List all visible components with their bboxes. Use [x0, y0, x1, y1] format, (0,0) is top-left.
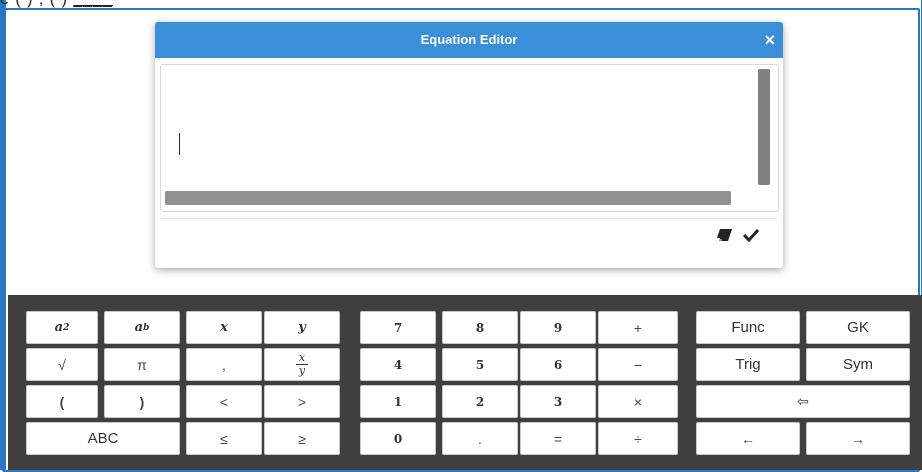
check-icon[interactable] [743, 228, 759, 242]
on-screen-keypad: a2 ab x y √ π , x y ( ) < > ABC ≤ ≥ 7 8 … [8, 295, 922, 470]
key-sym[interactable]: Sym [806, 348, 910, 381]
key-decimal[interactable]: . [442, 422, 518, 455]
key-0[interactable]: 0 [360, 422, 436, 455]
key-arrow-left[interactable]: ← [696, 422, 800, 455]
key-2[interactable]: 2 [442, 385, 518, 418]
vertical-scrollbar[interactable] [758, 69, 770, 185]
key-superscript: 2 [63, 322, 70, 333]
key-trig[interactable]: Trig [696, 348, 800, 381]
key-minus[interactable]: − [598, 348, 678, 381]
key-label: a [54, 320, 64, 335]
top-text-fragment: e ( ) ; ( ) ____ [0, 0, 113, 9]
key-gk[interactable]: GK [806, 311, 910, 344]
key-a-power-b[interactable]: ab [104, 311, 180, 344]
fragment-left: e [0, 0, 10, 8]
key-label: a [134, 320, 144, 335]
key-8[interactable]: 8 [442, 311, 518, 344]
key-7[interactable]: 7 [360, 311, 436, 344]
eraser-icon[interactable] [715, 228, 733, 242]
text-caret [179, 133, 180, 155]
dialog-titlebar: Equation Editor × [155, 22, 783, 58]
key-divide[interactable]: ÷ [598, 422, 678, 455]
key-backspace[interactable]: ⇦ [696, 385, 910, 418]
fraction-denominator: y [298, 364, 306, 377]
key-less-equal[interactable]: ≤ [186, 422, 262, 455]
key-sqrt[interactable]: √ [26, 348, 98, 381]
close-icon[interactable]: × [764, 22, 775, 58]
key-superscript: b [143, 322, 150, 333]
key-fraction[interactable]: x y [264, 348, 340, 381]
dialog-title: Equation Editor [420, 32, 518, 47]
key-func[interactable]: Func [696, 311, 800, 344]
key-times[interactable]: × [598, 385, 678, 418]
key-1[interactable]: 1 [360, 385, 436, 418]
toolbar-divider [160, 218, 777, 219]
key-6[interactable]: 6 [520, 348, 596, 381]
key-y[interactable]: y [264, 311, 340, 344]
key-plus[interactable]: + [598, 311, 678, 344]
key-arrow-right[interactable]: → [806, 422, 910, 455]
key-comma[interactable]: , [186, 348, 262, 381]
key-4[interactable]: 4 [360, 348, 436, 381]
equation-input-area[interactable] [160, 64, 779, 212]
fraction-glyph: x y [296, 351, 308, 377]
key-abc[interactable]: ABC [26, 422, 180, 455]
key-greater-equal[interactable]: ≥ [264, 422, 340, 455]
key-greater-than[interactable]: > [264, 385, 340, 418]
key-9[interactable]: 9 [520, 311, 596, 344]
key-x[interactable]: x [186, 311, 262, 344]
horizontal-scrollbar[interactable] [165, 191, 731, 205]
key-pi[interactable]: π [104, 348, 180, 381]
equation-editor-dialog: Equation Editor × [155, 22, 783, 268]
key-a-squared[interactable]: a2 [26, 311, 98, 344]
key-equals[interactable]: = [520, 422, 596, 455]
fragment-underlined: ____ [73, 0, 113, 8]
fragment-mid: ( ) ; ( ) [15, 0, 68, 8]
key-open-paren[interactable]: ( [26, 385, 98, 418]
editor-toolbar [715, 228, 759, 242]
key-less-than[interactable]: < [186, 385, 262, 418]
fraction-numerator: x [298, 351, 306, 364]
key-5[interactable]: 5 [442, 348, 518, 381]
key-close-paren[interactable]: ) [104, 385, 180, 418]
key-3[interactable]: 3 [520, 385, 596, 418]
